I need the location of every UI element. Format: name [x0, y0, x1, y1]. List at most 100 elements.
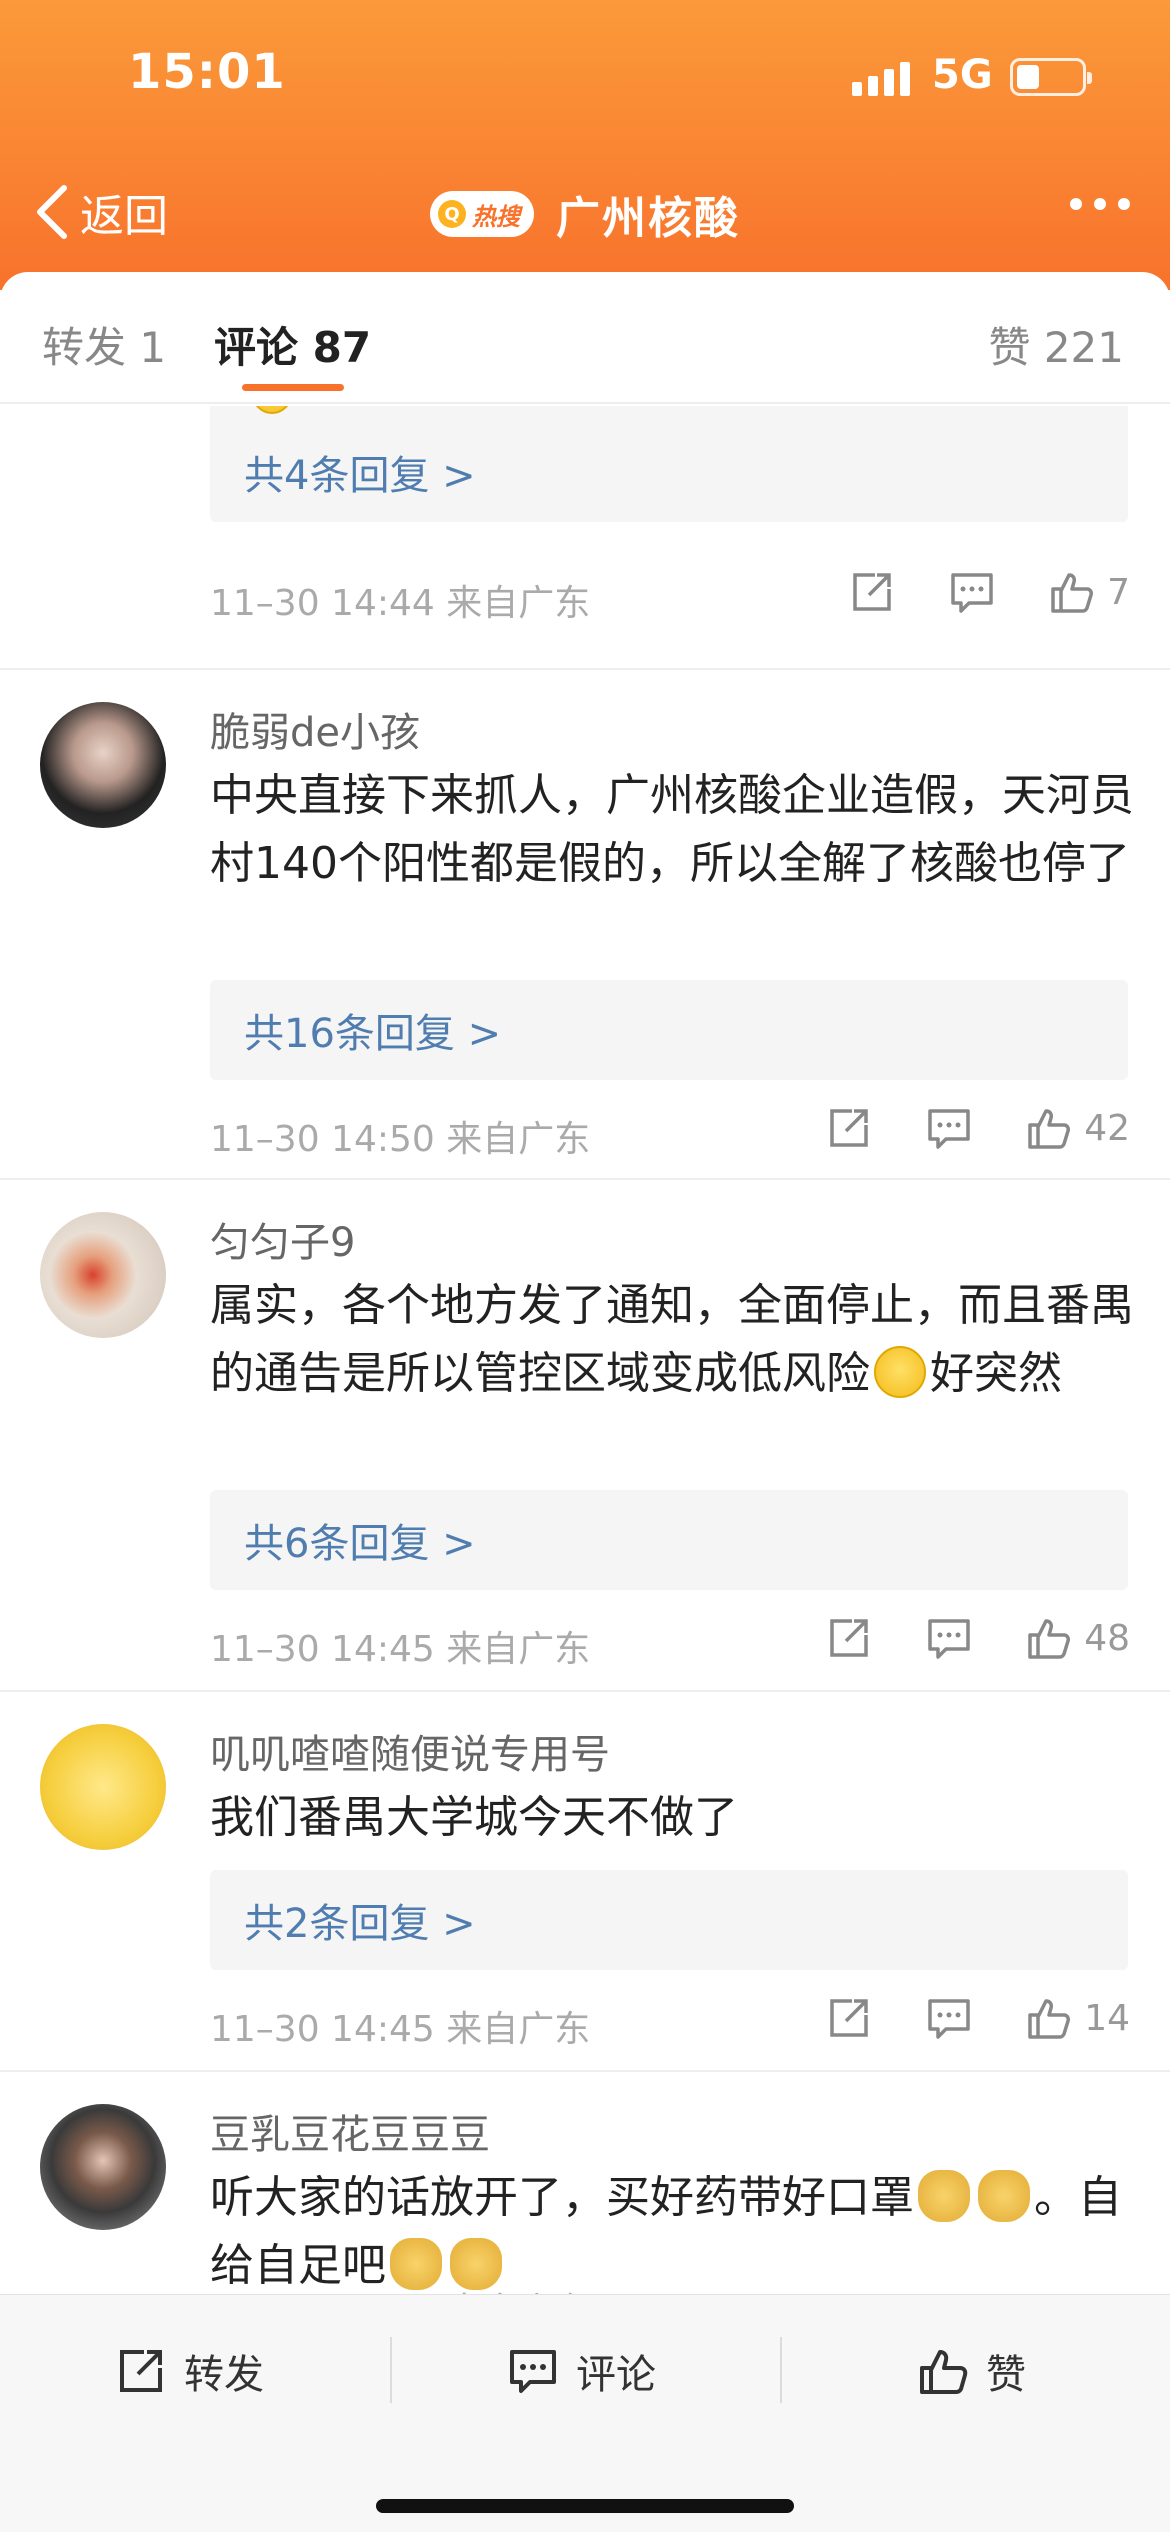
- replies-label: 共6条回复 >: [244, 1521, 476, 1567]
- comment-text: 中央直接下来抓人，广州核酸企业造假，天河员村140个阳性都是假的，所以全解了核酸…: [210, 770, 1134, 889]
- comment-text: 我们番禺大学城今天不做了: [210, 1792, 738, 1843]
- reply-button[interactable]: [926, 1995, 972, 2041]
- reply-button[interactable]: [926, 1615, 972, 1661]
- back-label: 返回: [80, 191, 168, 242]
- reply-button[interactable]: [926, 1105, 972, 1151]
- more-icon[interactable]: [1070, 198, 1130, 210]
- like-button[interactable]: 48: [1026, 1615, 1130, 1661]
- replies-link[interactable]: 共4条回复 >: [210, 406, 1128, 522]
- comment-divider: [0, 1690, 1170, 1692]
- repost-label: 转发: [184, 2352, 264, 2398]
- avatar[interactable]: [40, 2104, 166, 2230]
- comment-text-part: 好突然: [930, 1348, 1062, 1399]
- comment-meta: 11–30 14:45 来自广东: [210, 1629, 591, 1670]
- status-time: 15:01: [128, 44, 286, 100]
- comment-divider: [0, 1178, 1170, 1180]
- share-button[interactable]: [826, 1615, 872, 1661]
- comment-meta: 11–30 14:44 来自广东: [210, 583, 591, 624]
- tab-repost[interactable]: 转发 1: [42, 314, 166, 375]
- share-icon: [830, 1109, 868, 1147]
- comment-username[interactable]: 叽叽喳喳随便说专用号: [210, 1722, 610, 1780]
- comment-button[interactable]: 评论: [508, 2331, 656, 2411]
- avatar[interactable]: [40, 702, 166, 828]
- dog-emoji-icon: [978, 2170, 1030, 2222]
- app-header: 15:01 5G 返回 Q 热搜 广州核酸: [0, 0, 1170, 290]
- page-title: 广州核酸: [556, 193, 740, 244]
- reply-button[interactable]: [949, 569, 995, 615]
- comment-username[interactable]: 豆乳豆花豆豆豆: [210, 2102, 490, 2160]
- comment-icon: [951, 573, 993, 613]
- comment-text: 属实，各个地方发了通知，全面停止，而且番禺的通告是所以管控区域变成低风险 好突然: [210, 1272, 1140, 1408]
- home-indicator: [376, 2499, 794, 2513]
- like-count: 7: [1107, 571, 1130, 613]
- share-icon: [120, 2350, 162, 2392]
- comment-label: 评论: [576, 2352, 656, 2398]
- thumbs-up-icon: [1028, 1109, 1071, 1149]
- share-icon: [830, 1619, 868, 1657]
- tab-bar: 转发 1 评论 87 赞 221: [0, 272, 1170, 404]
- title-wrap: Q 热搜 广州核酸: [430, 174, 740, 254]
- hot-search-badge[interactable]: Q 热搜: [430, 191, 534, 237]
- comment-item: 叽叽喳喳随便说专用号 我们番禺大学城今天不做了 共2条回复 > 11–30 14…: [0, 1694, 1170, 2072]
- comment-actions: 42: [826, 1098, 1130, 1158]
- share-button[interactable]: [826, 1105, 872, 1151]
- share-button[interactable]: [849, 569, 895, 615]
- comment-username[interactable]: 脆弱de小孩: [210, 700, 420, 758]
- comment-divider: [0, 2070, 1170, 2072]
- avatar[interactable]: [40, 1724, 166, 1850]
- thumbs-up-icon: [1028, 1999, 1071, 2039]
- thumbs-up-icon: [1051, 573, 1094, 613]
- laugh-cry-emoji-icon: [874, 1346, 926, 1398]
- thumbs-up-icon: [920, 2350, 968, 2394]
- like-button[interactable]: 14: [1026, 1995, 1130, 2041]
- signal-icon: [852, 60, 912, 96]
- comment-meta: 11–30 14:45 来自广东: [210, 2009, 591, 2050]
- like-button[interactable]: 42: [1026, 1105, 1130, 1151]
- comment-text: 听大家的话放开了，买好药带好口罩 。自给自足吧: [210, 2164, 1140, 2296]
- comment-username[interactable]: 匀匀子9: [210, 1210, 355, 1268]
- like-button[interactable]: 赞: [918, 2331, 1026, 2411]
- tab-comments[interactable]: 评论 87: [214, 314, 371, 375]
- replies-label: 共2条回复 >: [244, 1901, 476, 1947]
- like-label: 赞: [986, 2352, 1026, 2398]
- replies-label: 共16条回复 >: [244, 1011, 502, 1057]
- comment-actions: 14: [826, 1988, 1130, 2048]
- dog-emoji-icon: [918, 2170, 970, 2222]
- back-button[interactable]: 返回: [34, 172, 168, 252]
- comment-icon: [928, 1619, 970, 1659]
- laugh-cry-emoji-icon: [252, 406, 292, 414]
- share-icon: [853, 573, 891, 611]
- hot-badge-label: 热搜: [472, 202, 520, 231]
- comment-item: 匀匀子9 属实，各个地方发了通知，全面停止，而且番禺的通告是所以管控区域变成低风…: [0, 1182, 1170, 1692]
- status-bar: 15:01 5G: [0, 0, 1170, 150]
- comment-list[interactable]: 共4条回复 > 11–30 14:44 来自广东 7 脆弱de小孩 中央直接下来…: [0, 406, 1170, 2296]
- like-count: 42: [1084, 1107, 1130, 1149]
- comment-item: 共4条回复 > 11–30 14:44 来自广东 7: [0, 406, 1170, 678]
- comment-icon: [510, 2350, 556, 2393]
- share-button[interactable]: [826, 1995, 872, 2041]
- repost-button[interactable]: 转发: [116, 2331, 264, 2411]
- replies-link[interactable]: 共6条回复 >: [210, 1490, 1128, 1590]
- thumbs-up-icon: [1028, 1619, 1071, 1659]
- comment-actions: 48: [826, 1608, 1130, 1668]
- like-button[interactable]: 7: [1049, 569, 1130, 615]
- content-card: 转发 1 评论 87 赞 221 共4条回复 > 11–30 14:44 来自广…: [0, 272, 1170, 2532]
- comment-icon: [928, 1109, 970, 1149]
- like-count: 14: [1084, 1997, 1130, 2039]
- comment-meta: 11–30 14:50 来自广东: [210, 1119, 591, 1160]
- comment-item: 脆弱de小孩 中央直接下来抓人，广州核酸企业造假，天河员村140个阳性都是假的，…: [0, 670, 1170, 1180]
- search-icon: Q: [438, 200, 466, 228]
- comment-icon: [928, 1999, 970, 2039]
- avatar[interactable]: [40, 1212, 166, 1338]
- replies-link[interactable]: 共2条回复 >: [210, 1870, 1128, 1970]
- replies-label: 共4条回复 >: [244, 453, 476, 499]
- tab-likes[interactable]: 赞 221: [988, 314, 1124, 375]
- tab-active-indicator: [242, 384, 344, 391]
- chevron-left-icon: [37, 185, 67, 239]
- share-icon: [830, 1999, 868, 2037]
- nav-bar: 返回 Q 热搜 广州核酸: [0, 160, 1170, 270]
- comment-actions: 7: [849, 562, 1130, 622]
- replies-link[interactable]: 共16条回复 >: [210, 980, 1128, 1080]
- toolbar-divider: [780, 2337, 782, 2403]
- comment-text-part: 听大家的话放开了，买好药带好口罩: [210, 2172, 914, 2223]
